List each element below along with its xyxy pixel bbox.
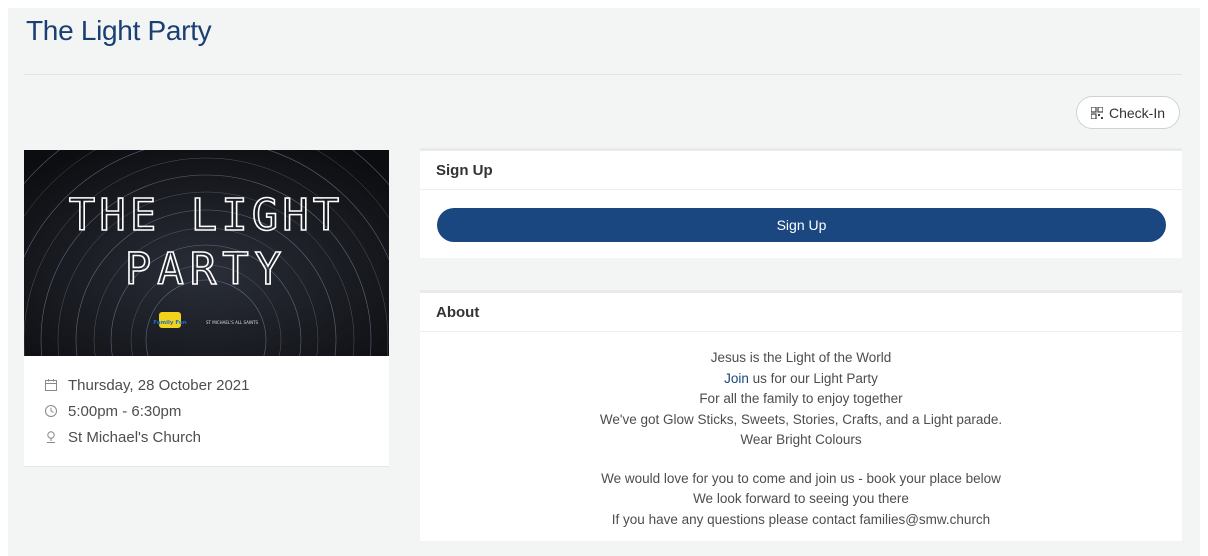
about-line: Join us for our Light Party xyxy=(420,369,1182,390)
about-line: For all the family to enjoy together xyxy=(699,391,903,406)
event-image: THE LIGHT PARTY Family Fun ST MICHAEL'S … xyxy=(24,150,389,356)
event-date-row: Thursday, 28 October 2021 xyxy=(44,372,250,398)
page-title: The Light Party xyxy=(26,15,212,46)
about-line: We've got Glow Sticks, Sweets, Stories, … xyxy=(599,411,1003,427)
event-date: Thursday, 28 October 2021 xyxy=(68,376,250,394)
check-in-label: Check-In xyxy=(1108,104,1166,121)
image-title-line1: THE LIGHT xyxy=(69,190,343,241)
about-line: If you have any questions please contact… xyxy=(611,511,991,527)
event-location-row: St Michael's Church xyxy=(44,424,250,450)
event-time: 5:00pm - 6:30pm xyxy=(68,402,182,420)
map-pin-icon xyxy=(47,431,55,443)
signup-panel: Sign Up Sign Up xyxy=(420,148,1182,258)
check-in-button[interactable]: Check-In xyxy=(1076,96,1180,129)
about-line: Jesus is the Light of the World xyxy=(710,350,892,365)
page: The Light Party Check-In THE LIGHT PARTY… xyxy=(8,8,1200,556)
join-link[interactable]: Join xyxy=(724,371,749,386)
title-divider xyxy=(24,74,1182,75)
about-description: Jesus is the Light of the World Join us … xyxy=(420,332,1182,530)
image-logo-left: Family Fun xyxy=(153,320,187,326)
about-line-text: us for our Light Party xyxy=(748,370,878,386)
event-location: St Michael's Church xyxy=(68,428,201,446)
about-heading: About xyxy=(420,293,1182,332)
qr-code-icon xyxy=(1090,106,1103,119)
about-spacer xyxy=(420,451,1182,469)
image-logo-right: ST MICHAEL'S ALL SAINTS xyxy=(206,320,259,325)
about-line: We would love for you to come and join u… xyxy=(601,470,1001,486)
about-line: We look forward to seeing you there xyxy=(693,491,909,506)
event-details: Thursday, 28 October 2021 5:00pm - 6:30p… xyxy=(44,372,250,450)
event-card: THE LIGHT PARTY Family Fun ST MICHAEL'S … xyxy=(24,150,389,466)
signup-heading: Sign Up xyxy=(420,151,1182,190)
about-line: Wear Bright Colours xyxy=(740,432,862,447)
calendar-icon xyxy=(45,379,57,391)
clock-icon xyxy=(45,405,57,417)
event-time-row: 5:00pm - 6:30pm xyxy=(44,398,250,424)
image-title-line2: PARTY xyxy=(125,244,287,295)
sign-up-button[interactable]: Sign Up xyxy=(437,208,1166,242)
about-panel: About Jesus is the Light of the World Jo… xyxy=(420,290,1182,541)
event-image-artwork: THE LIGHT PARTY Family Fun ST MICHAEL'S … xyxy=(24,150,389,356)
